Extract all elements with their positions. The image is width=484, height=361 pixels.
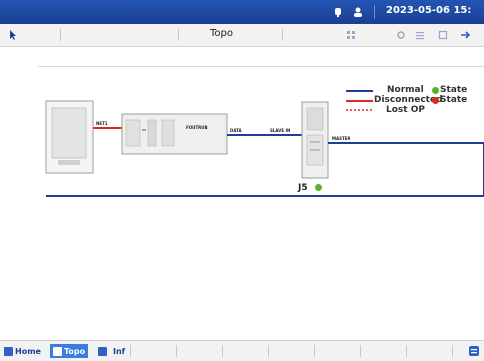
topology-icon: [53, 346, 62, 356]
device-label: J5: [298, 183, 308, 193]
tab-home-label: Home: [15, 346, 41, 356]
expand-icon[interactable]: [438, 30, 448, 40]
settings-icon[interactable]: [396, 30, 406, 40]
title-bar: Topo: [0, 24, 484, 47]
device-status-dot: [315, 184, 322, 191]
tab-topo[interactable]: Topo: [50, 344, 89, 358]
tab-inf[interactable]: Inf: [98, 344, 125, 358]
legend-fault-dot: [432, 97, 439, 104]
legend-ok-dot: [432, 87, 439, 94]
list-icon[interactable]: [415, 30, 425, 40]
legend-lost: Lost OP: [386, 105, 425, 115]
port-data-label: DATA: [230, 128, 242, 133]
port-master-label: MASTER: [332, 136, 351, 141]
legend-normal: Normal: [387, 85, 424, 95]
grid-icon[interactable]: [346, 30, 356, 40]
datetime: 2023-05-06 15:: [386, 5, 472, 16]
module-text-label: FOUTRUB: [186, 125, 208, 130]
bell-icon[interactable]: [332, 6, 344, 18]
bottom-nav: Home Topo Inf: [0, 340, 484, 361]
page-title: Topo: [210, 28, 233, 39]
tab-inf-label: Inf: [113, 346, 126, 356]
tab-topo-label: Topo: [64, 346, 86, 356]
home-icon: [4, 346, 13, 356]
port-net1-label: NET1: [96, 121, 108, 126]
user-icon[interactable]: [352, 6, 364, 18]
pointer-icon[interactable]: [8, 29, 18, 41]
tab-home[interactable]: Home: [4, 344, 41, 358]
status-bar: 2023-05-06 15:: [0, 0, 484, 24]
legend-state-ok: State: [440, 85, 468, 95]
arrow-icon[interactable]: [460, 30, 472, 40]
legend-state-fault: State: [440, 95, 468, 105]
info-icon: [98, 346, 107, 356]
database-icon[interactable]: [468, 345, 480, 357]
port-slave-label: SLAVE IN: [270, 128, 291, 133]
status-separator: [374, 5, 375, 19]
